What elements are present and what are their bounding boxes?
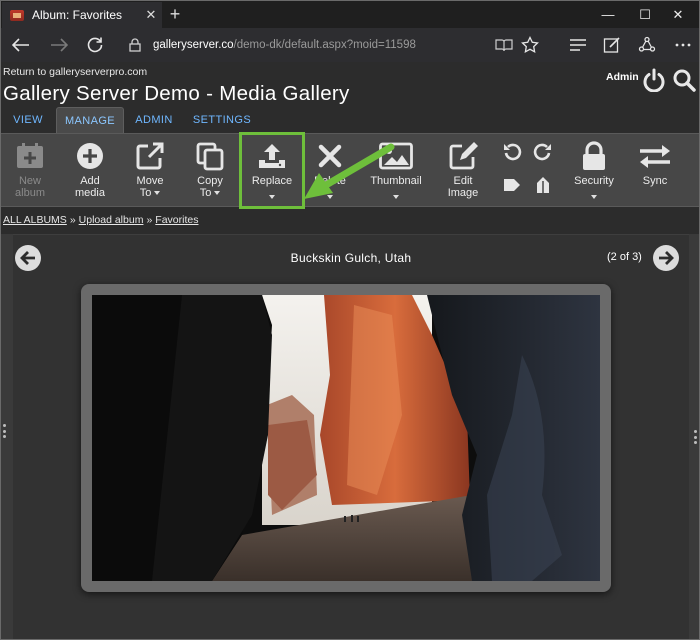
- edit-image-label-2: Image: [447, 187, 479, 199]
- edit-image-button[interactable]: Edit Image: [435, 134, 491, 208]
- media-viewer: Buckskin Gulch, Utah (2 of 3): [13, 234, 689, 639]
- search-icon[interactable]: [671, 65, 697, 95]
- browser-tab[interactable]: Album: Favorites ✕: [2, 2, 162, 28]
- back-button[interactable]: [7, 33, 35, 57]
- new-tab-button[interactable]: +: [165, 3, 185, 25]
- media-counter: (2 of 3): [607, 251, 642, 263]
- next-arrow-icon[interactable]: [653, 245, 679, 271]
- left-sidebar-gutter[interactable]: [1, 234, 13, 639]
- add-plus-circle-icon: [73, 141, 107, 171]
- sync-arrows-icon: [638, 141, 672, 171]
- flip-horizontal-icon[interactable]: [501, 174, 523, 196]
- move-external-icon: [133, 141, 167, 171]
- gallery-page: Return to galleryserverpro.com Gallery S…: [1, 62, 699, 639]
- breadcrumb-separator: »: [146, 214, 153, 226]
- logout-power-icon[interactable]: [641, 65, 667, 95]
- share-icon[interactable]: [635, 34, 659, 56]
- right-sidebar-gutter[interactable]: [689, 234, 699, 639]
- sync-label: Sync: [642, 175, 668, 187]
- security-lock-icon: [577, 141, 611, 171]
- forward-button[interactable]: [45, 33, 73, 57]
- close-window-button[interactable]: ✕: [655, 1, 699, 28]
- hub-icon[interactable]: [566, 34, 590, 56]
- move-to-label-1: Move: [136, 175, 164, 187]
- lock-icon: [125, 33, 145, 57]
- rotate-right-icon[interactable]: [532, 141, 554, 163]
- tab-admin[interactable]: ADMIN: [129, 107, 179, 133]
- flip-vertical-icon[interactable]: [532, 174, 554, 196]
- back-arrow-icon: [12, 38, 29, 52]
- tab-manage[interactable]: MANAGE: [56, 107, 124, 133]
- refresh-button[interactable]: [81, 33, 109, 57]
- user-name-link[interactable]: Admin: [606, 71, 639, 83]
- tab-settings[interactable]: SETTINGS: [187, 107, 257, 133]
- copy-to-caret-icon: [214, 191, 221, 196]
- copy-to-label-1: Copy: [197, 175, 223, 187]
- forward-arrow-icon: [51, 38, 68, 52]
- new-album-label-1: New: [18, 175, 41, 187]
- reading-view-icon[interactable]: [492, 34, 516, 56]
- browser-tab-bar: Album: Favorites ✕ + — ☐ ✕: [1, 1, 699, 28]
- add-media-label-2: media: [75, 187, 105, 199]
- main-tabs: VIEW MANAGE ADMIN SETTINGS: [1, 107, 699, 133]
- edit-pencil-icon: [446, 141, 480, 171]
- right-resize-handle-icon[interactable]: [694, 430, 698, 444]
- tab-view[interactable]: VIEW: [6, 107, 50, 133]
- copy-to-label-2: To: [199, 187, 212, 199]
- edit-image-label-1: Edit: [453, 175, 473, 187]
- browser-window: Album: Favorites ✕ + — ☐ ✕ galleryserver…: [0, 0, 700, 640]
- url-field[interactable]: galleryserver.co/demo-dk/default.aspx?mo…: [153, 35, 493, 55]
- new-album-button[interactable]: New album: [3, 134, 57, 208]
- new-album-icon: [13, 141, 47, 171]
- replace-highlight-box: [239, 132, 305, 209]
- page-title: Gallery Server Demo - Media Gallery: [3, 82, 350, 105]
- more-menu-icon[interactable]: [671, 34, 695, 56]
- breadcrumb-all-albums[interactable]: ALL ALBUMS: [3, 214, 67, 226]
- url-path: /demo-dk/default.aspx?moid=11598: [233, 39, 416, 51]
- add-media-button[interactable]: Add media: [63, 134, 117, 208]
- security-button[interactable]: Security: [567, 134, 621, 208]
- copy-to-button[interactable]: Copy To: [183, 134, 237, 208]
- security-label: Security: [574, 175, 614, 187]
- green-arrow-annotation: [304, 143, 395, 199]
- photo-frame: [81, 284, 611, 592]
- favorite-star-icon[interactable]: [518, 34, 542, 56]
- refresh-icon: [87, 37, 103, 53]
- sync-button[interactable]: Sync: [628, 134, 682, 208]
- rotate-left-icon[interactable]: [501, 141, 523, 163]
- add-media-label-1: Add: [80, 175, 100, 187]
- browser-tab-title: Album: Favorites: [32, 8, 123, 22]
- copy-icon: [193, 141, 227, 171]
- security-caret-icon: [590, 195, 597, 199]
- close-tab-icon[interactable]: ✕: [140, 7, 162, 23]
- slot-canyon-photo[interactable]: [92, 295, 600, 581]
- breadcrumb-separator: »: [69, 214, 76, 226]
- move-to-label-2: To: [139, 187, 152, 199]
- new-album-label-2: album: [15, 187, 45, 199]
- move-to-button[interactable]: Move To: [123, 134, 177, 208]
- left-resize-handle-icon[interactable]: [3, 424, 7, 438]
- web-note-icon[interactable]: [600, 34, 624, 56]
- breadcrumb-favorites[interactable]: Favorites: [155, 214, 198, 226]
- gallery-favicon-icon: [10, 9, 24, 21]
- move-to-caret-icon: [154, 191, 161, 196]
- media-title: Buckskin Gulch, Utah: [290, 251, 412, 265]
- breadcrumb: ALL ALBUMS» Upload album» Favorites: [3, 214, 198, 226]
- breadcrumb-upload-album[interactable]: Upload album: [79, 214, 144, 226]
- return-link[interactable]: Return to galleryserverpro.com: [3, 66, 147, 78]
- address-bar-row: galleryserver.co/demo-dk/default.aspx?mo…: [1, 28, 699, 62]
- url-host: galleryserver.co: [153, 39, 234, 51]
